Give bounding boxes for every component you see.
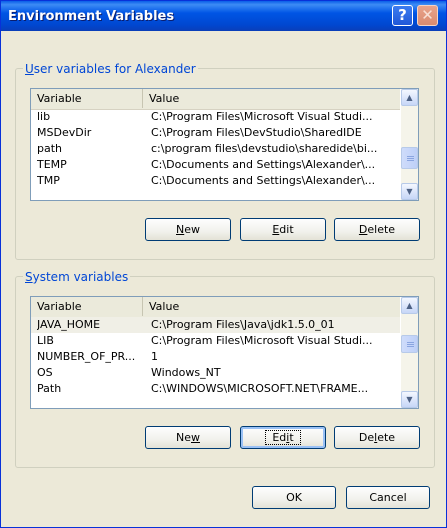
scroll-up-arrow-icon[interactable]: ▲	[401, 89, 418, 106]
variable-name: LIB	[37, 334, 54, 347]
list-item[interactable]: OS Windows_NT	[31, 365, 400, 381]
column-header-variable[interactable]: Variable	[31, 297, 143, 316]
variable-value: C:\WINDOWS\MICROSOFT.NET\FRAME...	[151, 382, 369, 395]
window-title: Environment Variables	[8, 9, 175, 24]
variable-name: path	[37, 142, 63, 155]
variable-name: JAVA_HOME	[37, 318, 101, 331]
cancel-button[interactable]: Cancel	[346, 486, 430, 509]
close-icon: ✕	[421, 6, 434, 24]
list-item-selected[interactable]: JAVA_HOME C:\Program Files\Java\jdk1.5.0_…	[31, 317, 400, 333]
user-edit-button[interactable]: Edit	[240, 218, 326, 241]
vertical-scrollbar[interactable]: ▲ ▼	[401, 89, 418, 200]
list-item[interactable]: Path C:\WINDOWS\MICROSOFT.NET\FRAME...	[31, 381, 400, 397]
system-new-button[interactable]: New	[145, 426, 231, 449]
list-header: Variable Value	[31, 89, 400, 110]
list-header: Variable Value	[31, 297, 400, 318]
system-delete-button[interactable]: Delete	[334, 426, 420, 449]
list-item[interactable]: path c:\program files\devstudio\sharedide…	[31, 141, 400, 157]
column-header-value[interactable]: Value	[143, 297, 400, 316]
variable-value: C:\Documents and Settings\Alexander\...	[151, 174, 376, 187]
variable-name: NUMBER_OF_PR...	[37, 350, 136, 363]
list-item[interactable]: TEMP C:\Documents and Settings\Alexander\…	[31, 157, 400, 173]
column-header-variable[interactable]: Variable	[31, 89, 143, 108]
variable-name: lib	[37, 110, 51, 123]
list-item[interactable]: NUMBER_OF_PR... 1	[31, 349, 400, 365]
list-item[interactable]: LIB C:\Program Files\Microsoft Visual Stu…	[31, 333, 400, 349]
column-header-value[interactable]: Value	[143, 89, 400, 108]
variable-value: C:\Program Files\Java\jdk1.5.0_01	[151, 318, 335, 331]
list-item[interactable]: MSDevDir C:\Program Files\DevStudio\Share…	[31, 125, 400, 141]
close-button[interactable]: ✕	[417, 5, 438, 26]
list-item[interactable]: lib C:\Program Files\Microsoft Visual Stu…	[31, 109, 400, 125]
variable-value: 1	[151, 350, 158, 363]
environment-variables-dialog: Environment Variables ? ✕ User variables…	[0, 0, 447, 528]
variable-name: Path	[37, 382, 62, 395]
variable-value: Windows_NT	[151, 366, 221, 379]
ok-button[interactable]: OK	[252, 486, 336, 509]
variable-name: TEMP	[37, 158, 67, 171]
variable-name: OS	[37, 366, 53, 379]
list-item[interactable]: TMP C:\Documents and Settings\Alexander\.…	[31, 173, 400, 189]
variable-value: C:\Program Files\Microsoft Visual Studi.…	[151, 334, 373, 347]
user-new-button[interactable]: New	[145, 218, 231, 241]
variable-value: C:\Program Files\DevStudio\SharedIDE	[151, 126, 362, 139]
help-button[interactable]: ?	[392, 5, 413, 26]
variable-name: TMP	[37, 174, 60, 187]
scroll-down-arrow-icon[interactable]: ▼	[401, 391, 418, 408]
variable-name: MSDevDir	[37, 126, 92, 139]
title-bar[interactable]: Environment Variables ? ✕	[1, 1, 446, 31]
variable-value: C:\Program Files\Microsoft Visual Studi.…	[151, 110, 373, 123]
system-variables-list[interactable]: Variable Value JAVA_HOME C:\Program Files…	[30, 296, 419, 409]
variable-value: C:\Documents and Settings\Alexander\...	[151, 158, 376, 171]
scroll-down-arrow-icon[interactable]: ▼	[401, 183, 418, 200]
variable-value: c:\program files\devstudio\sharedide\bi.…	[151, 142, 378, 155]
scroll-thumb[interactable]	[401, 335, 418, 353]
system-edit-button[interactable]: Edit	[240, 426, 326, 449]
system-variables-label: System variables	[23, 270, 131, 284]
user-variables-list[interactable]: Variable Value lib C:\Program Files\Micro…	[30, 88, 419, 201]
vertical-scrollbar[interactable]: ▲ ▼	[401, 297, 418, 408]
help-icon: ?	[398, 6, 407, 24]
user-variables-label: User variables for Alexander	[23, 62, 198, 76]
scroll-thumb[interactable]	[401, 147, 418, 169]
scroll-up-arrow-icon[interactable]: ▲	[401, 297, 418, 314]
user-delete-button[interactable]: Delete	[334, 218, 420, 241]
